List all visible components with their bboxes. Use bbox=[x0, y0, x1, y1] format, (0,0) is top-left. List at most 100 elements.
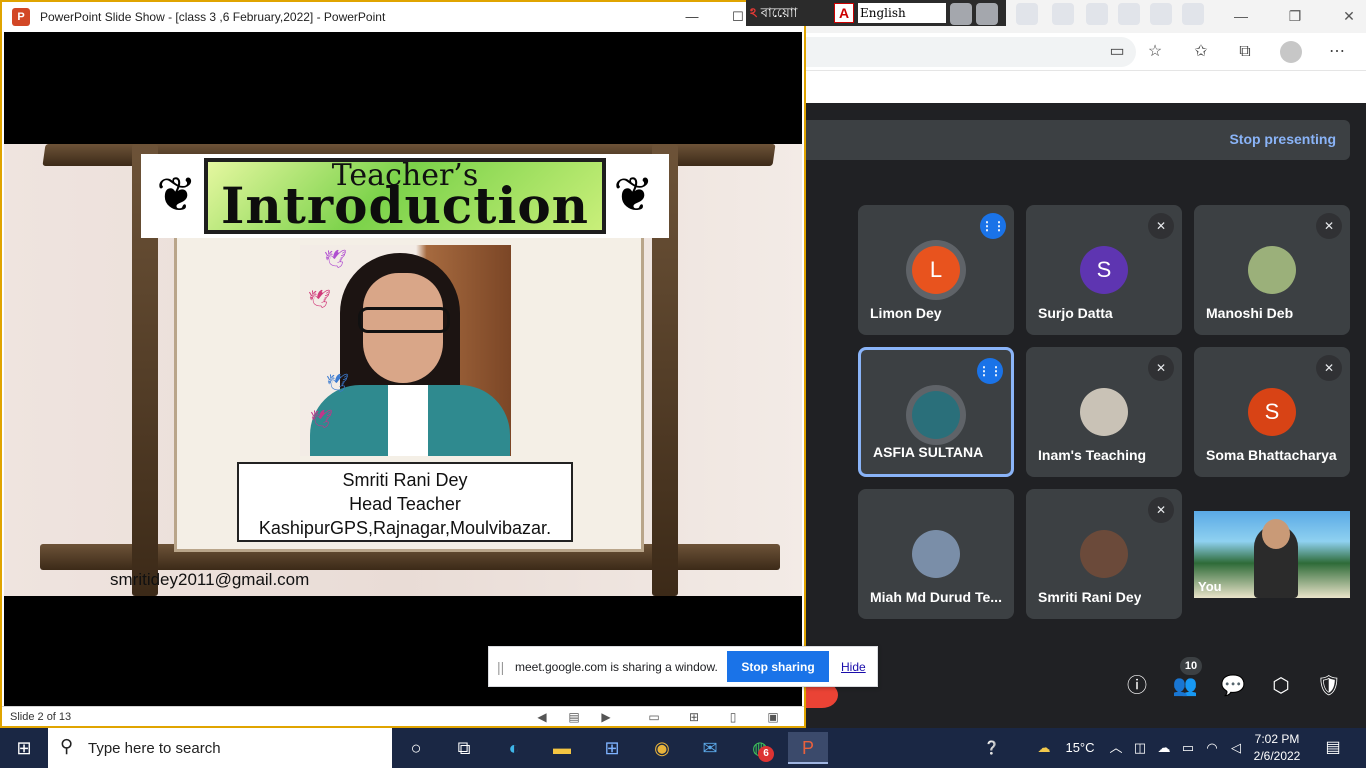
clock[interactable]: 7:02 PM 2/6/2022 bbox=[1246, 731, 1308, 765]
ppt-title-bar: P PowerPoint Slide Show - [class 3 ,6 Fe… bbox=[2, 2, 804, 32]
notifications-icon[interactable]: ▤ bbox=[1318, 728, 1348, 768]
toolbar-icons bbox=[1006, 0, 1214, 26]
browser-toolbar: ▭ ☆ ✩ ⧉ ⋯ bbox=[796, 33, 1366, 70]
powerpoint-icon: P bbox=[12, 8, 30, 26]
info-icon[interactable]: ⓘ bbox=[1122, 671, 1152, 701]
tray-tool-icon[interactable] bbox=[976, 3, 998, 25]
close-tool-icon[interactable] bbox=[1182, 3, 1204, 25]
title-box: Teacher’s Introduction bbox=[204, 158, 606, 235]
tray-tool-icon[interactable] bbox=[950, 3, 972, 25]
meet-tray-icon[interactable]: ◫ bbox=[1130, 728, 1150, 768]
ppt-window-title: PowerPoint Slide Show - [class 3 ,6 Febr… bbox=[40, 10, 386, 24]
close-button[interactable]: ✕ bbox=[1338, 6, 1360, 26]
powerpoint-taskbar-icon[interactable]: P bbox=[788, 732, 828, 764]
people-count-badge: 10 bbox=[1180, 657, 1202, 675]
ppt-maximize-button[interactable]: ☐ bbox=[728, 7, 748, 27]
participant-tile[interactable]: S ✕ Soma Bhattacharya bbox=[1194, 347, 1350, 477]
onedrive-icon[interactable]: ☁ bbox=[1154, 728, 1174, 768]
ppt-minimize-button[interactable]: — bbox=[682, 7, 702, 27]
powerpoint-window: P PowerPoint Slide Show - [class 3 ,6 Fe… bbox=[0, 0, 806, 728]
video-camera-icon[interactable]: ▭ bbox=[1106, 41, 1128, 63]
search-placeholder: Type here to search bbox=[88, 740, 221, 757]
bird-icon: 🕊 bbox=[308, 289, 331, 309]
teacher-school: KashipurGPS,Rajnagar,Moulvibazar. bbox=[258, 518, 552, 538]
windows-start-icon[interactable]: ⊞ bbox=[0, 728, 48, 768]
participant-photo bbox=[912, 391, 960, 439]
next-slide-icon[interactable]: ▶ bbox=[597, 709, 615, 725]
participant-tile[interactable]: L ⋮⋮ Limon Dey bbox=[858, 205, 1014, 335]
edge-icon[interactable]: ◐ bbox=[494, 732, 534, 764]
speaking-indicator-icon: ⋮⋮ bbox=[977, 358, 1003, 384]
help-tray-icon[interactable]: ❔ bbox=[978, 728, 1006, 768]
stop-sharing-button[interactable]: Stop sharing bbox=[727, 651, 829, 682]
self-face bbox=[1262, 519, 1290, 549]
participant-name: Inam's Teaching bbox=[1038, 447, 1147, 463]
tray-tool-icon[interactable] bbox=[1052, 3, 1074, 25]
slide-menu-icon[interactable]: ▤ bbox=[565, 709, 583, 725]
add-favorite-icon[interactable]: ☆ bbox=[1144, 41, 1166, 63]
participant-tile[interactable]: ✕ Inam's Teaching bbox=[1026, 347, 1182, 477]
participant-tile[interactable]: ✕ Manoshi Deb bbox=[1194, 205, 1350, 335]
tray-tool-icon[interactable] bbox=[1086, 3, 1108, 25]
slide-sorter-icon[interactable]: ⊞ bbox=[685, 709, 703, 725]
slide-show-area[interactable]: ❦ Teacher’s Introduction ❦ 🕊 🕊 🕊 🕊 Smrit… bbox=[4, 32, 802, 706]
adobe-icon[interactable]: A bbox=[834, 3, 854, 23]
profile-icon[interactable] bbox=[1280, 41, 1302, 63]
slide-counter: Slide 2 of 13 bbox=[10, 711, 72, 723]
slideshow-view-icon[interactable]: ▣ bbox=[764, 709, 782, 725]
english-language-button[interactable]: English bbox=[858, 3, 946, 23]
previous-slide-icon[interactable]: ◀ bbox=[533, 709, 551, 725]
show-hidden-icons-icon[interactable]: ︿ bbox=[1106, 728, 1126, 768]
collections-icon[interactable]: ⧉ bbox=[1234, 41, 1256, 63]
teacher-photo: 🕊 🕊 🕊 🕊 bbox=[300, 245, 511, 456]
address-bar[interactable] bbox=[796, 37, 1136, 67]
teacher-role: Head Teacher bbox=[349, 494, 461, 514]
host-controls-icon[interactable]: 🛡 bbox=[1314, 671, 1344, 701]
bangla-label: বায়োো bbox=[760, 5, 798, 20]
tray-tool-icon[interactable] bbox=[1118, 3, 1140, 25]
stop-presenting-button[interactable]: Stop presenting bbox=[1229, 131, 1336, 147]
normal-view-icon[interactable]: ▭ bbox=[645, 709, 663, 725]
swirl-ornament-icon: ❦ bbox=[156, 169, 197, 222]
participant-tile[interactable]: ⋮⋮ ASFIA SULTANA bbox=[858, 347, 1014, 477]
share-message: meet.google.com is sharing a window. bbox=[515, 660, 718, 674]
mic-muted-icon: ✕ bbox=[1148, 497, 1174, 523]
whatsapp-badge: 6 bbox=[758, 746, 774, 762]
participant-name: Miah Md Durud Te... bbox=[870, 589, 1002, 605]
tray-tool-icon[interactable] bbox=[1016, 3, 1038, 25]
file-explorer-icon[interactable]: ▬ bbox=[542, 732, 582, 764]
drag-handle-icon[interactable]: || bbox=[497, 659, 504, 675]
participant-avatar: S bbox=[1080, 246, 1128, 294]
hide-link[interactable]: Hide bbox=[841, 660, 866, 674]
share-notification: || meet.google.com is sharing a window. … bbox=[488, 646, 878, 687]
chrome-icon[interactable]: ◉ bbox=[642, 732, 682, 764]
favorites-icon[interactable]: ✩ bbox=[1190, 41, 1212, 63]
participant-tile[interactable]: ✕ Smriti Rani Dey bbox=[1026, 489, 1182, 619]
wifi-icon[interactable]: ◠ bbox=[1202, 728, 1222, 768]
slide-title: Introduction bbox=[220, 176, 590, 235]
swirl-ornament-icon: ❦ bbox=[613, 169, 654, 222]
more-icon[interactable]: ⋯ bbox=[1326, 41, 1348, 63]
activities-icon[interactable]: ⬡ bbox=[1266, 671, 1296, 701]
bangla-keyboard-button[interactable]: ঽ বায়োো bbox=[750, 3, 830, 23]
reading-view-icon[interactable]: ▯ bbox=[724, 709, 742, 725]
chat-icon[interactable]: 💬 bbox=[1218, 671, 1248, 701]
participant-tile[interactable]: Miah Md Durud Te... bbox=[858, 489, 1014, 619]
people-icon[interactable]: 👥 bbox=[1170, 671, 1200, 701]
participant-avatar: S bbox=[1248, 388, 1296, 436]
help-icon[interactable] bbox=[1150, 3, 1172, 25]
weather-icon[interactable]: ☁ bbox=[1030, 728, 1058, 768]
participant-photo bbox=[1080, 388, 1128, 436]
cortana-icon[interactable]: ○ bbox=[396, 732, 436, 764]
battery-icon[interactable]: ▭ bbox=[1178, 728, 1198, 768]
restore-button[interactable]: ❐ bbox=[1284, 6, 1306, 26]
minimize-button[interactable]: — bbox=[1230, 6, 1252, 26]
participant-tile[interactable]: S ✕ Surjo Datta bbox=[1026, 205, 1182, 335]
temperature[interactable]: 15°C bbox=[1060, 728, 1100, 768]
self-video-tile[interactable]: You bbox=[1194, 511, 1350, 598]
volume-icon[interactable]: ◁ bbox=[1226, 728, 1246, 768]
mail-icon[interactable]: ✉ bbox=[690, 732, 730, 764]
task-view-icon[interactable]: ⧉ bbox=[444, 732, 484, 764]
store-icon[interactable]: ⊞ bbox=[592, 732, 632, 764]
taskbar-search[interactable]: ⚲ Type here to search bbox=[48, 728, 392, 768]
